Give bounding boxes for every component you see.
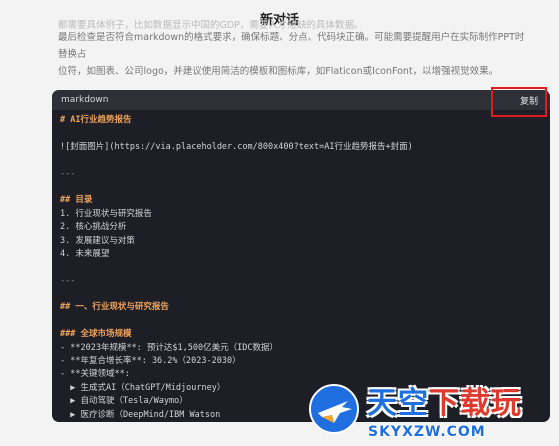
code-language-label: markdown: [61, 95, 109, 105]
code-line: 1. 行业现状与研究报告: [60, 208, 152, 219]
watermark-title-blue: 天空: [367, 386, 429, 421]
code-block-header: markdown 复制: [52, 90, 550, 110]
code-line: ## 目录: [60, 195, 93, 206]
code-line: - **年复合增长率**: 36.2%（2023-2030）: [60, 356, 241, 367]
watermark-title: 天空下载玩: [367, 388, 522, 420]
assistant-message: 都需要具体例子，比如数据显示中国的GDP，需要人才短缺的具体数据。 最后检查是否…: [58, 20, 528, 80]
code-line: ![封面图片](https://via.placeholder.com/800x…: [60, 141, 413, 152]
code-content: # AI行业趋势报告 ![封面图片](https://via.placeholde…: [52, 110, 550, 422]
message-text-faded: 都需要具体例子，比如数据显示中国的GDP，需要人才短缺的具体数据。: [58, 20, 364, 29]
code-line: ---: [60, 168, 76, 179]
code-block: markdown 复制 # AI行业趋势报告 ![封面图片](https://vi…: [52, 90, 550, 422]
watermark-url: SKYXZW.COM: [368, 424, 486, 440]
watermark-logo-icon: [309, 384, 359, 434]
code-line: - **关键领域**:: [60, 369, 130, 380]
code-line: 3. 发展建议与对策: [60, 235, 135, 246]
annotation-highlight-box: [491, 87, 547, 117]
code-line: # AI行业趋势报告: [60, 115, 132, 125]
code-line: - **2023年规模**: 预计达$1,500亿美元（IDC数据）: [60, 342, 278, 353]
watermark-title-red: 下载玩: [429, 386, 522, 421]
code-line: 2. 核心挑战分析: [60, 222, 127, 233]
code-line: ## 一、行业现状与研究报告: [60, 302, 169, 313]
message-text-line: 最后检查是否符合markdown的格式要求，确保标题、分点、代码块正确。可能需要…: [58, 32, 525, 60]
code-line: ---: [60, 275, 76, 286]
code-line: ### 全球市场规模: [60, 329, 132, 340]
message-text-line: 位符，如图表、公司logo，并建议使用简洁的模板和图标库，如Flaticon或I…: [58, 66, 499, 77]
code-line: 4. 未来展望: [60, 248, 110, 259]
